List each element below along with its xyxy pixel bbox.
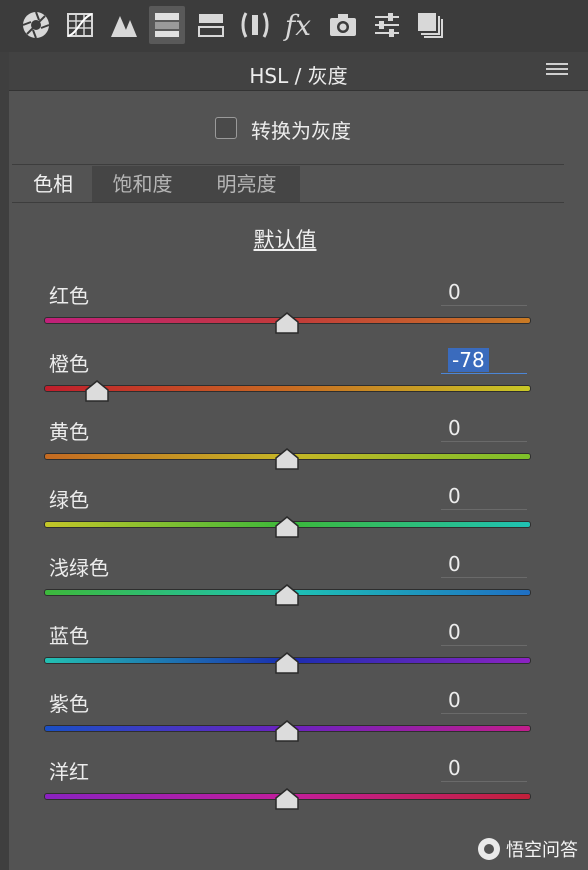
lens-corrections-icon[interactable]	[237, 6, 273, 44]
slider-thumb[interactable]	[274, 788, 300, 810]
slider-row-purple: 紫色 0	[9, 688, 588, 756]
slider-value-field[interactable]: 0	[441, 688, 527, 714]
detail-triangles-icon[interactable]	[106, 6, 142, 44]
panel-header: HSL / 灰度	[9, 52, 588, 91]
slider-value: 0	[448, 484, 461, 508]
hsl-grayscale-icon[interactable]	[149, 6, 185, 44]
divider	[12, 164, 564, 165]
grayscale-checkbox[interactable]	[215, 117, 237, 139]
slider-thumb[interactable]	[274, 652, 300, 674]
slider-label: 绿色	[49, 488, 89, 512]
presets-sliders-icon[interactable]	[369, 6, 405, 44]
camera-calibration-icon[interactable]	[325, 6, 361, 44]
effects-fx-icon[interactable]: fx	[280, 6, 316, 44]
fx-label: fx	[284, 8, 312, 42]
slider-thumb[interactable]	[274, 312, 300, 334]
slider-value: 0	[448, 280, 461, 304]
slider-label: 橙色	[49, 352, 89, 376]
slider-row-magenta: 洋红 0	[9, 756, 588, 824]
slider-label: 红色	[49, 284, 89, 308]
hsl-panel: HSL / 灰度 转换为灰度 色相 饱和度 明亮度 默认值 红色 0 橙色 -78 黄色…	[9, 52, 588, 870]
slider-value: 0	[448, 416, 461, 440]
tab-saturation[interactable]: 饱和度	[92, 166, 193, 202]
slider-label: 黄色	[49, 420, 89, 444]
slider-value-field[interactable]: 0	[441, 552, 527, 578]
grayscale-row: 转换为灰度	[9, 112, 588, 148]
slider-row-orange: 橙色 -78	[9, 348, 588, 416]
slider-row-blue: 蓝色 0	[9, 620, 588, 688]
slider-row-aqua: 浅绿色 0	[9, 552, 588, 620]
snapshots-stack-icon[interactable]	[412, 6, 448, 44]
watermark-logo-icon	[478, 838, 500, 860]
default-button[interactable]: 默认值	[9, 224, 561, 254]
tool-tabs-bar: fx	[0, 0, 588, 52]
panel-title: HSL / 灰度	[249, 64, 348, 88]
grayscale-label: 转换为灰度	[251, 119, 351, 143]
slider-thumb[interactable]	[274, 584, 300, 606]
panel-left-border	[0, 52, 9, 870]
slider-row-red: 红色 0	[9, 280, 588, 348]
slider-value-field[interactable]: 0	[441, 280, 527, 306]
tab-luminance[interactable]: 明亮度	[193, 166, 300, 202]
slider-value-field[interactable]: 0	[441, 620, 527, 646]
slider-value: 0	[448, 688, 461, 712]
slider-track[interactable]	[44, 385, 531, 392]
slider-label: 洋红	[49, 760, 89, 784]
slider-row-green: 绿色 0	[9, 484, 588, 552]
slider-value: 0	[448, 552, 461, 576]
tone-curve-grid-icon[interactable]	[62, 6, 98, 44]
slider-label: 紫色	[49, 692, 89, 716]
slider-row-yellow: 黄色 0	[9, 416, 588, 484]
watermark-text: 悟空问答	[506, 840, 578, 861]
panel-menu-icon[interactable]	[546, 63, 568, 79]
slider-value-field[interactable]: 0	[441, 756, 527, 782]
slider-value: 0	[448, 620, 461, 644]
split-toning-icon[interactable]	[193, 6, 229, 44]
watermark: 悟空问答	[478, 836, 578, 862]
slider-value-field[interactable]: 0	[441, 416, 527, 442]
slider-label: 浅绿色	[49, 556, 109, 580]
slider-thumb[interactable]	[274, 720, 300, 742]
tabs-divider	[12, 202, 564, 203]
slider-value-field[interactable]: 0	[441, 484, 527, 510]
slider-value: -78	[448, 348, 489, 372]
slider-thumb[interactable]	[84, 380, 110, 402]
slider-label: 蓝色	[49, 624, 89, 648]
tab-hue[interactable]: 色相	[14, 166, 92, 202]
slider-value-field[interactable]: -78	[441, 348, 527, 374]
slider-thumb[interactable]	[274, 516, 300, 538]
slider-thumb[interactable]	[274, 448, 300, 470]
slider-value: 0	[448, 756, 461, 780]
hsl-tabs: 色相 饱和度 明亮度	[14, 166, 564, 202]
basic-aperture-icon[interactable]	[18, 6, 54, 44]
